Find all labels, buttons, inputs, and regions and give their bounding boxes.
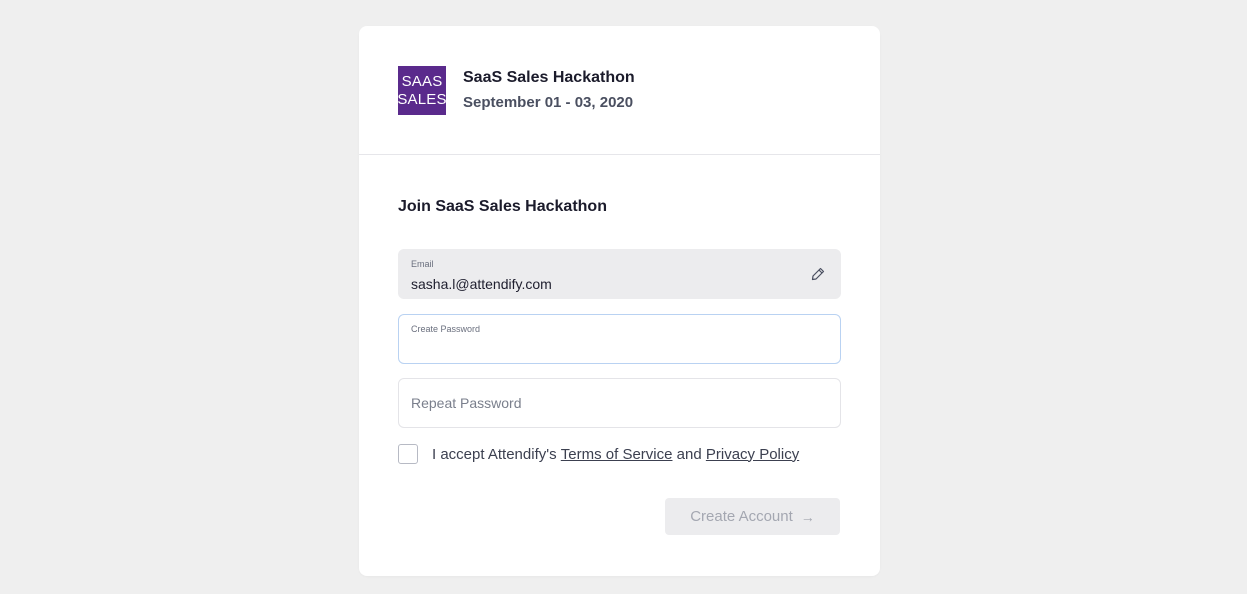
create-password-field[interactable]: Create Password — [398, 314, 841, 364]
terms-consent: I accept Attendify's Terms of Service an… — [398, 444, 799, 464]
event-title: SaaS Sales Hackathon — [463, 69, 635, 86]
logo-line-2: SALES — [397, 90, 447, 108]
pencil-icon[interactable] — [810, 266, 826, 282]
create-account-button[interactable]: Create Account → — [665, 498, 840, 535]
create-password-input[interactable] — [411, 339, 821, 359]
signup-card: SAAS SALES SaaS Sales Hackathon Septembe… — [359, 26, 880, 576]
terms-of-service-link[interactable]: Terms of Service — [561, 446, 673, 463]
create-password-label: Create Password — [411, 324, 481, 334]
event-header: SAAS SALES SaaS Sales Hackathon Septembe… — [359, 26, 880, 155]
repeat-password-field[interactable] — [398, 378, 841, 428]
privacy-policy-link[interactable]: Privacy Policy — [706, 446, 799, 463]
event-dates: September 01 - 03, 2020 — [463, 94, 634, 111]
create-account-label: Create Account — [690, 508, 793, 525]
arrow-right-icon: → — [800, 508, 815, 525]
form-title: Join SaaS Sales Hackathon — [398, 198, 607, 215]
consent-prefix: I accept Attendify's — [432, 445, 557, 463]
logo-line-1: SAAS — [401, 72, 443, 90]
terms-checkbox[interactable] — [398, 444, 418, 464]
repeat-password-input[interactable] — [411, 393, 821, 413]
email-label: Email — [411, 259, 434, 269]
email-field[interactable]: Email sasha.l@attendify.com — [398, 249, 841, 299]
email-value: sasha.l@attendify.com — [411, 276, 552, 292]
event-logo: SAAS SALES — [397, 66, 447, 115]
consent-joiner: and — [676, 445, 702, 463]
